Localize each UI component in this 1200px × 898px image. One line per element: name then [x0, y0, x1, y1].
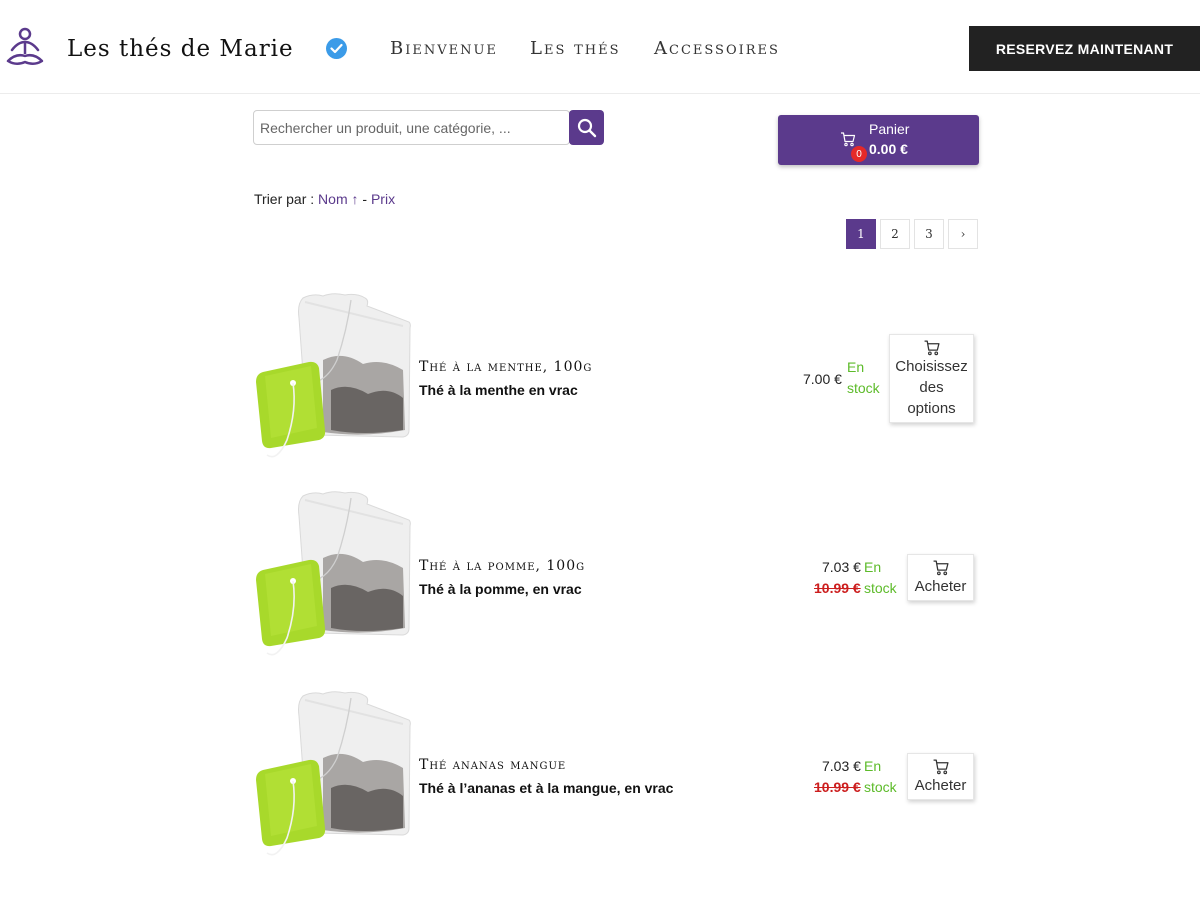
page-button-3[interactable]: 3	[914, 219, 944, 249]
stock-status: En stock	[847, 357, 880, 399]
sort-bar: Trier par : Nom ↑ - Prix	[254, 191, 395, 207]
button-label-line: options	[907, 399, 956, 417]
cart-total: 0.00 €	[869, 141, 908, 157]
product-description: Thé à la menthe en vrac	[419, 382, 578, 398]
button-label-line: Choisissez	[895, 357, 968, 375]
next-page-button[interactable]: ›	[948, 219, 978, 249]
nav-item-les-thes[interactable]: Les thés	[530, 38, 620, 59]
page-button-1[interactable]: 1	[846, 219, 876, 249]
nav-item-accessoires[interactable]: Accessoires	[654, 38, 780, 59]
product-title[interactable]: Thé à la pomme, 100g	[419, 558, 585, 574]
product-old-price: 10.99 €	[814, 580, 861, 596]
cart-icon	[933, 758, 949, 774]
sort-arrow: ↑	[351, 191, 359, 207]
buy-button[interactable]: Acheter	[907, 554, 974, 601]
sort-by-name-link[interactable]: Nom	[318, 191, 348, 207]
product-title[interactable]: Thé ananas mangue	[419, 757, 566, 773]
brand-name[interactable]: Les thés de Marie	[67, 36, 294, 62]
product-price: 7.00 €	[803, 371, 842, 387]
product-price: 7.03 €	[822, 758, 861, 774]
buy-button[interactable]: Acheter	[907, 753, 974, 800]
buy-button-label: Acheter	[914, 577, 967, 595]
product-title[interactable]: Thé à la menthe, 100g	[419, 359, 592, 375]
cart-count-badge: 0	[851, 146, 867, 162]
button-label-line: des	[919, 378, 944, 396]
product-description: Thé à l’ananas et à la mangue, en vrac	[419, 780, 674, 796]
cart-icon	[841, 132, 856, 147]
product-image[interactable]	[253, 488, 413, 668]
stock-status-line2: stock	[864, 580, 897, 596]
reserve-now-button[interactable]: RESERVEZ MAINTENANT	[969, 26, 1200, 71]
stock-status: En stock	[864, 557, 897, 599]
product-card-pomme: Thé à la pomme, 100g Thé à la pomme, en …	[253, 488, 979, 668]
product-card-ananas-mangue: Thé ananas mangue Thé à l’ananas et à la…	[253, 688, 979, 868]
cart-label: Panier	[869, 121, 910, 137]
product-price: 7.03 €	[822, 559, 861, 575]
sort-separator: -	[362, 191, 368, 207]
cart-icon	[924, 339, 940, 355]
buy-button-label: Acheter	[914, 776, 967, 794]
stock-status-line1: En	[864, 758, 882, 774]
product-description: Thé à la pomme, en vrac	[419, 581, 582, 597]
product-image[interactable]	[253, 290, 413, 470]
choose-options-button[interactable]: Choisissez des options	[889, 334, 974, 423]
cart-button[interactable]: 0 Panier 0.00 €	[778, 115, 979, 165]
stock-status: En stock	[864, 756, 897, 798]
search-input[interactable]	[253, 110, 570, 145]
meditation-logo-icon[interactable]	[4, 26, 46, 68]
cart-icon	[933, 559, 949, 575]
product-image[interactable]	[253, 688, 413, 868]
search-button[interactable]	[569, 110, 604, 145]
verified-check-icon	[326, 38, 347, 59]
site-header: Les thés de Marie Bienvenue Les thés Acc…	[0, 0, 1200, 94]
stock-status-line1: En	[847, 359, 865, 375]
search-icon	[577, 118, 596, 137]
page-button-2[interactable]: 2	[880, 219, 910, 249]
sort-prefix: Trier par :	[254, 191, 315, 207]
product-old-price: 10.99 €	[814, 779, 861, 795]
stock-status-line2: stock	[864, 779, 897, 795]
stock-status-line1: En	[864, 559, 882, 575]
nav-item-bienvenue[interactable]: Bienvenue	[390, 38, 498, 59]
product-card-menthe: Thé à la menthe, 100g Thé à la menthe en…	[253, 290, 979, 470]
stock-status-line2: stock	[847, 380, 880, 396]
sort-by-price-link[interactable]: Prix	[371, 191, 395, 207]
